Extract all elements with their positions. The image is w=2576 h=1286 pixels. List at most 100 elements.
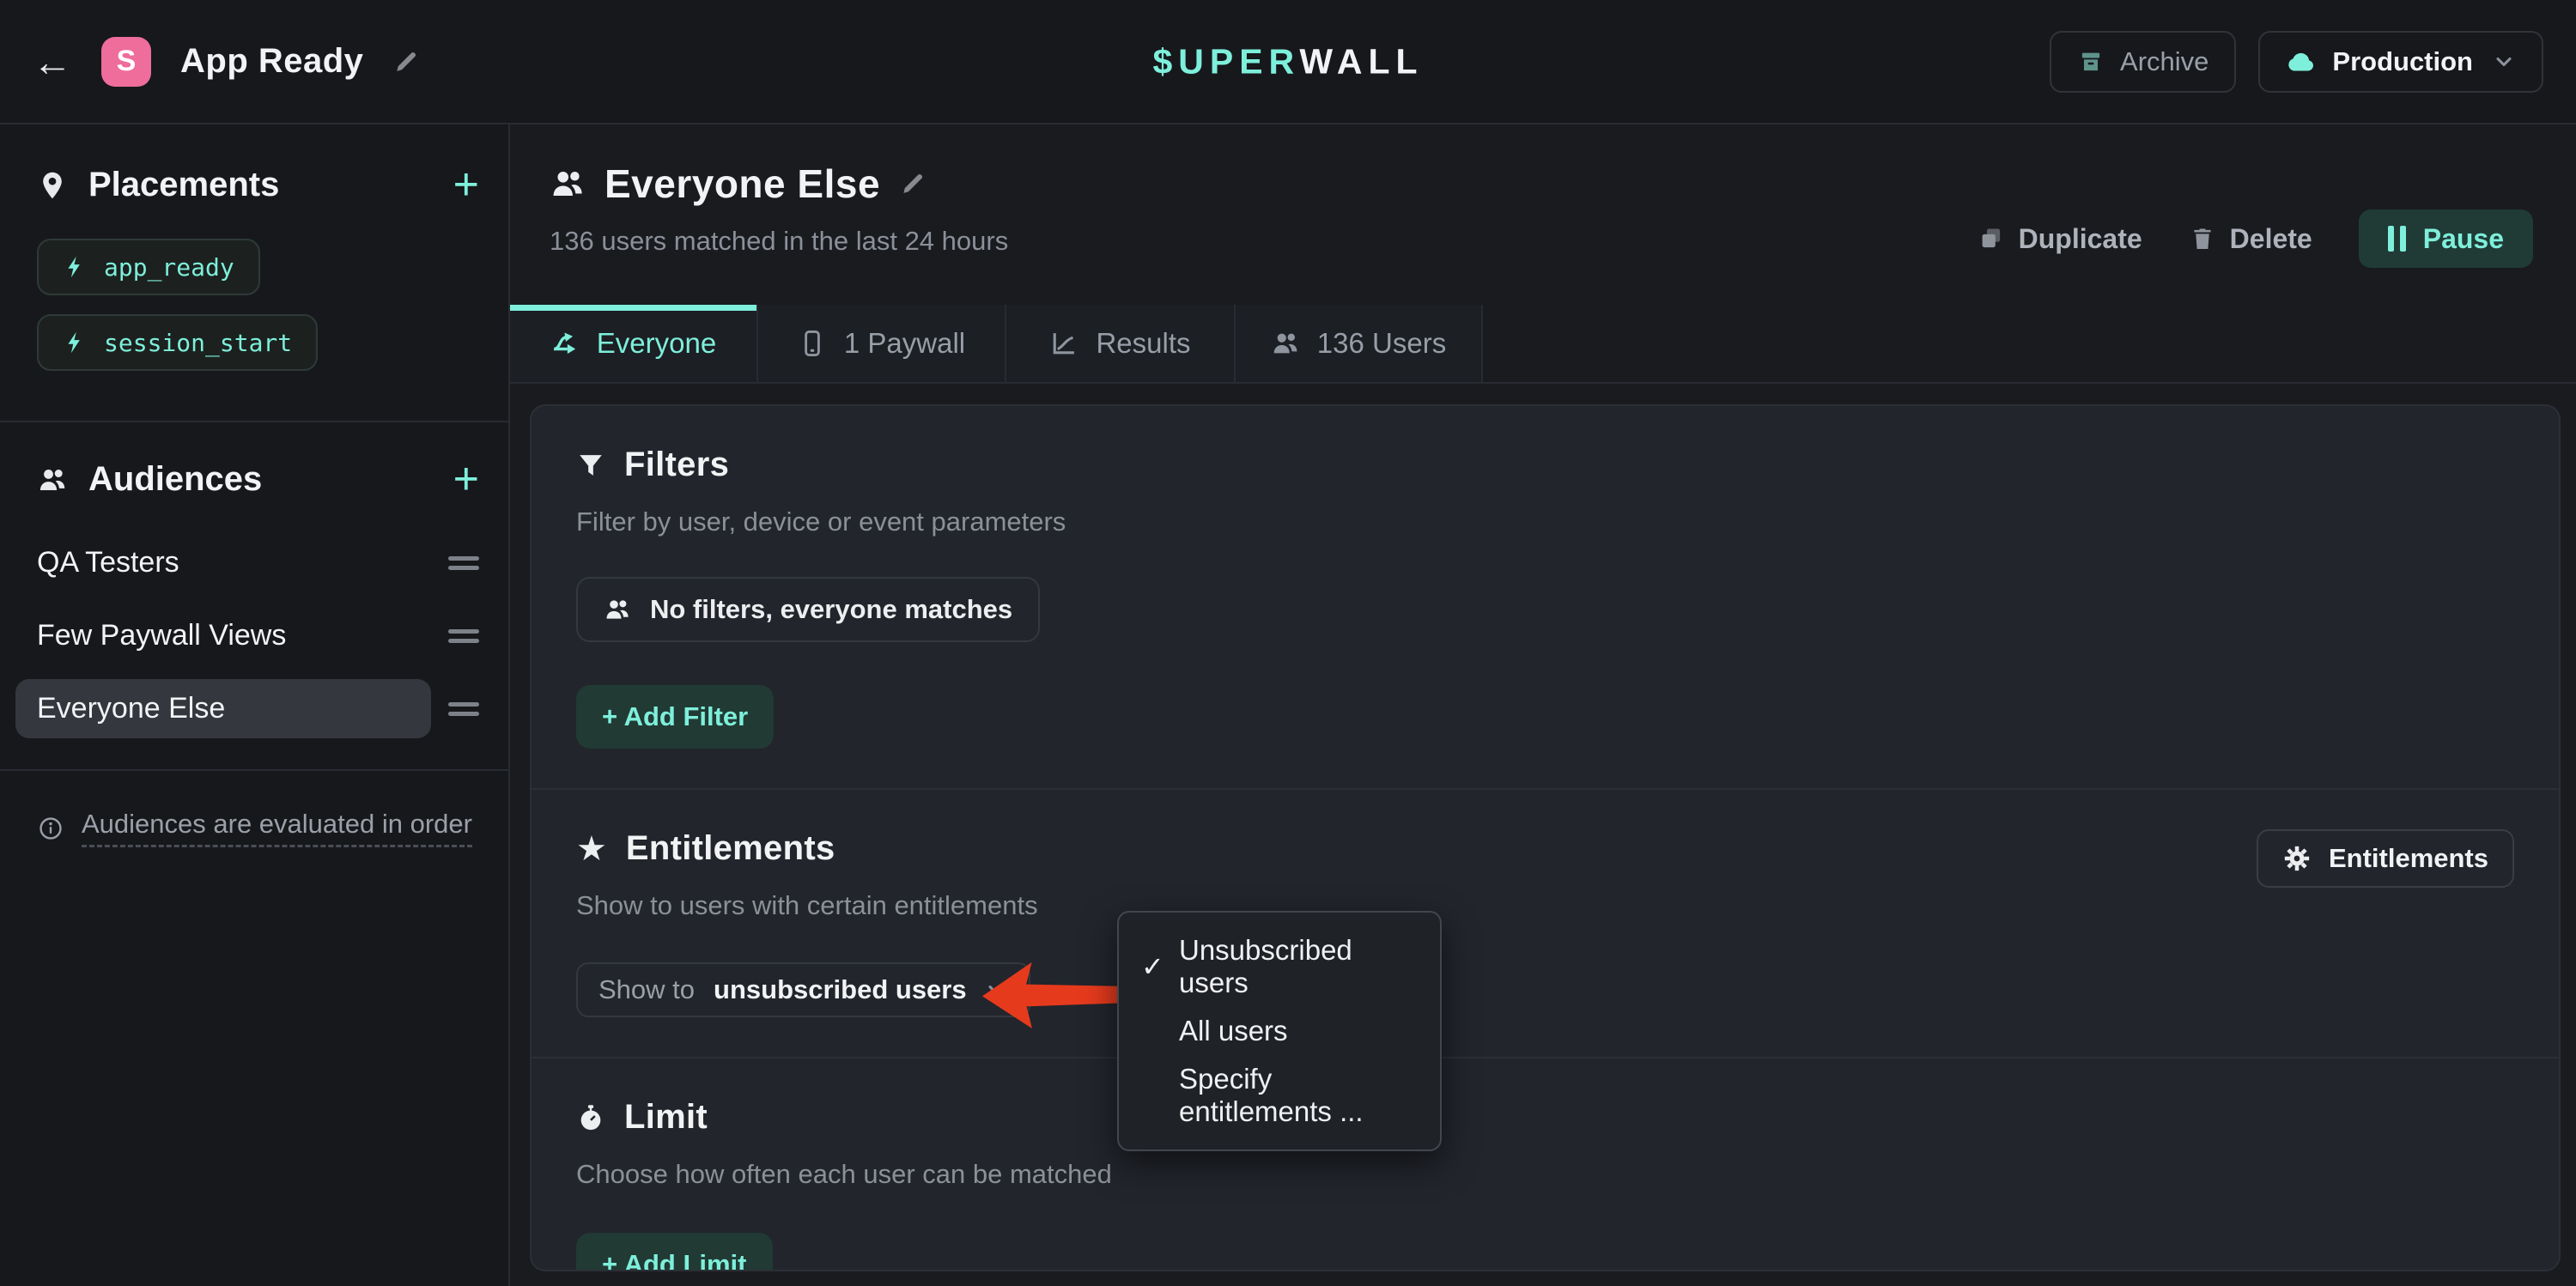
- entitlements-title: Entitlements: [626, 829, 835, 868]
- menu-item-all-users[interactable]: ✓ All users: [1119, 1007, 1440, 1055]
- back-button[interactable]: ←: [33, 42, 72, 82]
- placement-label: app_ready: [104, 253, 234, 282]
- placement-chip-app-ready[interactable]: app_ready: [37, 239, 260, 295]
- no-filters-chip: No filters, everyone matches: [576, 577, 1040, 642]
- add-limit-button[interactable]: + Add Limit: [576, 1233, 773, 1271]
- add-audience-button[interactable]: +: [453, 462, 479, 498]
- entitlements-settings-label: Entitlements: [2329, 843, 2488, 874]
- delete-label: Delete: [2230, 223, 2312, 255]
- placements-title: Placements: [88, 166, 433, 204]
- topbar: ← S App Ready $UPERWALL Archive Producti…: [0, 0, 2576, 124]
- audiences-title: Audiences: [88, 460, 433, 499]
- sidebar: Placements + app_ready session_start: [0, 124, 510, 1286]
- location-pin-icon: [37, 170, 68, 201]
- edit-app-title-icon[interactable]: [392, 48, 420, 76]
- pause-icon: [2388, 226, 2406, 252]
- users-icon: [604, 596, 631, 623]
- pause-button[interactable]: Pause: [2359, 209, 2533, 268]
- menu-item-label: All users: [1179, 1015, 1288, 1047]
- entitlements-dropdown-menu: ✓ Unsubscribed users ✓ All users ✓ Speci…: [1117, 911, 1442, 1151]
- placement-chip-session-start[interactable]: session_start: [37, 314, 318, 371]
- filters-section: Filters Filter by user, device or event …: [532, 406, 2559, 788]
- audience-item-qa-testers: QA Testers: [15, 533, 479, 592]
- audience-label[interactable]: Few Paywall Views: [15, 606, 431, 665]
- audience-label[interactable]: QA Testers: [15, 533, 431, 592]
- placement-label: session_start: [104, 329, 292, 357]
- edit-audience-name-icon[interactable]: [899, 170, 927, 197]
- environment-selector[interactable]: Production: [2258, 31, 2543, 93]
- topbar-right: Archive Production: [2050, 31, 2543, 93]
- sidebar-divider: [0, 421, 508, 422]
- tab-users[interactable]: 136 Users: [1236, 305, 1483, 382]
- archive-button[interactable]: Archive: [2050, 31, 2236, 93]
- limit-subtitle: Choose how often each user can be matche…: [576, 1159, 2514, 1190]
- superwall-logo: $UPERWALL: [1152, 41, 1423, 82]
- placements-header: Placements +: [37, 166, 479, 204]
- tab-results[interactable]: Results: [1006, 305, 1236, 382]
- tab-bar: Everyone 1 Paywall Results 136 Users: [510, 305, 2576, 384]
- add-placement-button[interactable]: +: [453, 167, 479, 203]
- app-root: ← S App Ready $UPERWALL Archive Producti…: [0, 0, 2576, 1286]
- check-icon: ✓: [1141, 950, 1179, 983]
- entitlements-subtitle: Show to users with certain entitlements: [576, 890, 1038, 921]
- drag-handle-icon[interactable]: [448, 551, 479, 575]
- placement-list: app_ready session_start: [17, 239, 479, 390]
- tab-label: Results: [1096, 327, 1190, 360]
- menu-item-label: Specify entitlements ...: [1179, 1063, 1418, 1128]
- archive-label: Archive: [2120, 46, 2208, 77]
- tab-content: Filters Filter by user, device or event …: [510, 384, 2576, 1286]
- audiences-order-note: Audiences are evaluated in order: [37, 809, 508, 847]
- main-panel: Everyone Else 136 users matched in the l…: [510, 124, 2576, 1286]
- duplicate-button[interactable]: Duplicate: [1978, 223, 2142, 255]
- note-text: Audiences are evaluated in order: [82, 809, 472, 847]
- logo-accent-text: $UPER: [1152, 41, 1299, 81]
- drag-handle-icon[interactable]: [448, 624, 479, 648]
- app-avatar[interactable]: S: [101, 37, 151, 87]
- sidebar-divider: [0, 769, 508, 771]
- limit-title: Limit: [624, 1098, 708, 1137]
- stopwatch-icon: [576, 1103, 605, 1132]
- trash-icon: [2189, 225, 2216, 252]
- bolt-icon: [63, 331, 87, 355]
- annotation-arrow: [980, 952, 1124, 1038]
- filters-title: Filters: [624, 446, 729, 484]
- menu-item-specify-entitlements[interactable]: ✓ Specify entitlements ...: [1119, 1055, 1440, 1136]
- cloud-icon: [2286, 46, 2317, 77]
- tab-everyone[interactable]: Everyone: [510, 305, 758, 382]
- archive-icon: [2077, 48, 2105, 76]
- copy-icon: [1978, 225, 2005, 252]
- tab-label: 136 Users: [1317, 327, 1446, 360]
- menu-item-unsubscribed-users[interactable]: ✓ Unsubscribed users: [1119, 926, 1440, 1007]
- delete-button[interactable]: Delete: [2189, 223, 2312, 255]
- gear-icon: [2282, 844, 2312, 873]
- add-filter-button[interactable]: + Add Filter: [576, 685, 774, 749]
- environment-label: Production: [2332, 46, 2473, 77]
- audience-item-few-paywall-views: Few Paywall Views: [15, 606, 479, 665]
- bolt-icon: [63, 255, 87, 279]
- users-icon: [550, 166, 586, 202]
- pause-label: Pause: [2423, 223, 2504, 255]
- show-to-dropdown[interactable]: Show to unsubscribed users: [576, 962, 1030, 1017]
- tab-label: Everyone: [597, 327, 716, 360]
- tab-label: 1 Paywall: [844, 327, 965, 360]
- app-title: App Ready: [180, 42, 363, 81]
- filters-subtitle: Filter by user, device or event paramete…: [576, 507, 2514, 537]
- drag-handle-icon[interactable]: [448, 697, 479, 721]
- tab-paywall[interactable]: 1 Paywall: [758, 305, 1006, 382]
- menu-item-label: Unsubscribed users: [1179, 934, 1418, 999]
- topbar-left: ← S App Ready: [33, 37, 420, 87]
- star-icon: ★: [576, 832, 607, 866]
- dropdown-value: unsubscribed users: [714, 974, 967, 1005]
- audience-label[interactable]: Everyone Else: [15, 679, 431, 738]
- funnel-icon: [576, 451, 605, 480]
- chart-icon: [1049, 329, 1078, 358]
- limit-section: Limit Choose how often each user can be …: [532, 1057, 2559, 1271]
- no-filters-label: No filters, everyone matches: [650, 594, 1012, 625]
- entitlements-section: ★ Entitlements Show to users with certai…: [532, 788, 2559, 1057]
- audience-title: Everyone Else: [605, 161, 880, 207]
- logo-rest-text: WALL: [1299, 41, 1423, 81]
- duplicate-label: Duplicate: [2019, 223, 2142, 255]
- entitlements-settings-button[interactable]: Entitlements: [2257, 829, 2514, 888]
- users-icon: [1271, 329, 1300, 358]
- audience-item-everyone-else: Everyone Else: [15, 679, 479, 738]
